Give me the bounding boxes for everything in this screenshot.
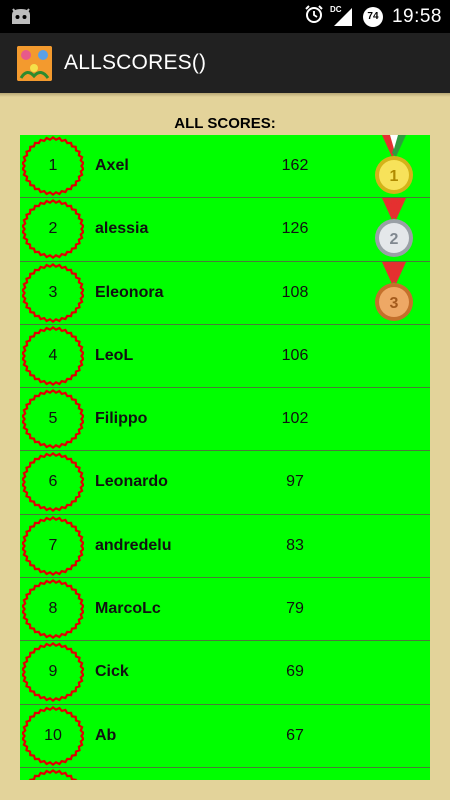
rank-number [22,768,84,780]
player-name: MarcoLc [95,600,161,618]
player-name: LeoL [95,346,134,364]
svg-text:3: 3 [390,295,399,312]
score-row[interactable]: 10 Ab 67 [20,705,430,768]
player-name: andredelu [95,536,172,554]
svg-text:2: 2 [390,231,399,248]
player-score: 106 [281,346,309,364]
player-name: Ab [95,726,117,744]
battery-icon: 74 [362,6,384,28]
score-row[interactable]: 2 alessia 126 2 [20,198,430,262]
rank-number: 10 [44,726,62,744]
rank-number: 1 [48,157,58,174]
rank-number: 6 [48,473,58,491]
rank-number: 8 [48,600,58,618]
player-name: Leonardo [95,473,168,491]
signal-icon: DC [329,4,354,28]
player-score: 69 [286,663,304,681]
scores-list[interactable]: 1 Axel 162 1 2 alessia 126 2 3 Eleonora 108 3 4 LeoL 1… [20,135,430,780]
score-row[interactable]: 3 Eleonora 108 3 [20,261,430,325]
scores-heading: ALL SCORES: [174,115,276,132]
score-row[interactable]: 5 Filippo 102 [20,388,430,452]
player-score [260,768,330,780]
rank-number: 2 [48,220,58,238]
player-name: Cick [95,663,129,681]
player-name: Axel [95,157,129,174]
player-name: Eleonora [95,283,164,301]
player-name: Filippo [95,410,148,428]
score-row[interactable]: 9 Cick 69 [20,641,430,705]
player-score: 162 [281,157,309,174]
player-score: 79 [286,600,304,618]
player-score: 67 [286,726,304,744]
status-time: 19:58 [391,5,442,27]
score-row[interactable]: 7 andredelu 83 [20,515,430,579]
network-type-label: DC [329,4,342,14]
score-row[interactable]: 8 MarcoLc 79 [20,578,430,642]
score-row[interactable]: 1 Axel 162 1 [20,135,430,199]
alarm-icon [304,4,324,29]
rank-number: 5 [48,410,58,428]
player-score: 126 [281,220,309,238]
score-row[interactable]: 6 Leonardo 97 [20,451,430,515]
player-score: 83 [286,536,304,554]
player-score: 108 [281,283,309,301]
rank-number: 3 [48,283,58,301]
svg-text:1: 1 [390,168,399,185]
status-bar: DC 74 19:58 [0,0,450,33]
rank-number: 4 [48,346,58,364]
score-row[interactable]: 4 LeoL 106 [20,325,430,389]
android-debug-icon [10,7,32,30]
score-row[interactable] [20,768,430,780]
player-score: 102 [281,410,309,428]
silver-medal-icon: 2 [375,198,413,258]
gold-medal-icon: 1 [375,135,413,194]
rank-number: 7 [48,536,58,554]
action-bar: ALLSCORES() [0,33,450,93]
app-flowers-icon[interactable] [17,45,52,81]
action-bar-shadow [0,93,450,97]
player-score: 97 [286,473,304,491]
page-title: ALLSCORES() [64,51,207,74]
battery-level: 74 [367,10,379,22]
player-name: alessia [95,220,149,238]
bronze-medal-icon: 3 [375,261,413,321]
rank-number: 9 [48,663,58,681]
